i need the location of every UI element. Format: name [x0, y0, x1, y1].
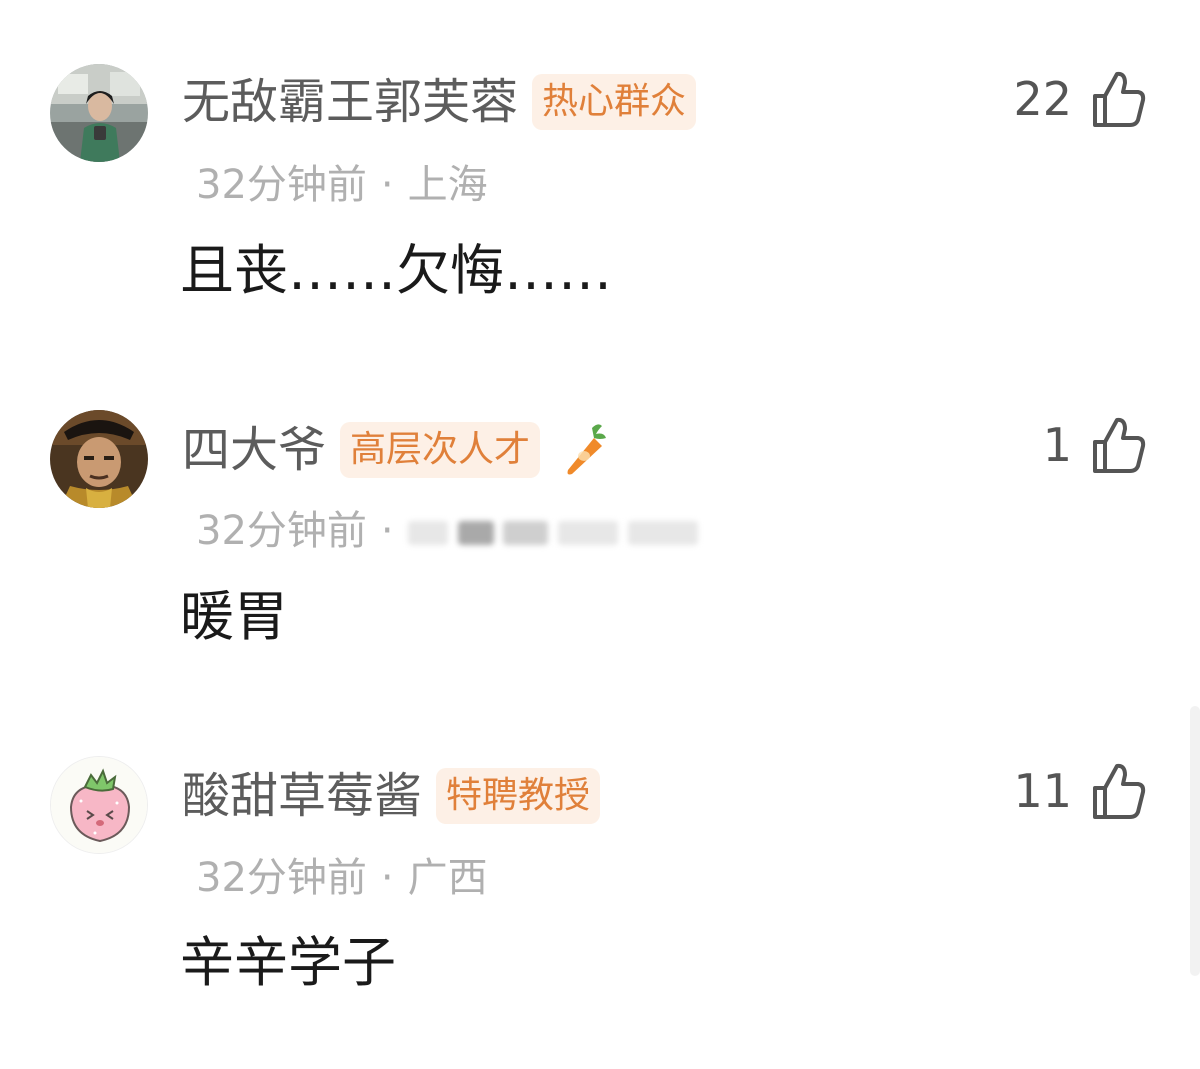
meta-separator: · — [380, 162, 394, 208]
meta-separator: · — [380, 508, 394, 554]
carrot-icon — [567, 424, 607, 475]
user-badge: 热心群众 — [532, 74, 697, 130]
thumbs-up-icon — [1093, 763, 1146, 819]
meta-separator: · — [380, 855, 394, 901]
thumbs-up-icon — [1093, 71, 1146, 127]
like-button[interactable]: 1 — [1043, 410, 1146, 480]
comment-time: 32分钟前 — [196, 162, 367, 208]
comment-text: 辛辛学子 — [180, 931, 396, 994]
comment-text: 暖胃 — [180, 585, 288, 648]
comment-location: 广西 — [407, 855, 488, 901]
like-button[interactable]: 11 — [1013, 756, 1146, 826]
user-badge: 高层次人才 — [340, 422, 541, 478]
blurred-location — [407, 511, 708, 551]
user-avatar[interactable] — [50, 64, 148, 162]
like-count: 11 — [1013, 764, 1072, 818]
username[interactable]: 四大爷 — [182, 420, 326, 480]
strawberry-avatar-icon — [51, 757, 147, 853]
comment-text: 且丧……欠悔…… — [180, 239, 612, 302]
user-avatar[interactable] — [50, 410, 148, 508]
like-count: 22 — [1013, 72, 1072, 126]
thumbs-up-icon — [1093, 417, 1146, 473]
avatar-photo-icon — [50, 410, 148, 508]
avatar-photo-icon — [50, 64, 148, 162]
username[interactable]: 酸甜草莓酱 — [182, 766, 422, 826]
comment-location: 上海 — [407, 162, 488, 208]
scrollbar[interactable] — [1190, 706, 1200, 976]
user-badge: 特聘教授 — [436, 768, 601, 824]
user-avatar[interactable] — [50, 756, 148, 854]
like-button[interactable]: 22 — [1013, 64, 1146, 134]
comment-time: 32分钟前 — [196, 508, 367, 554]
like-count: 1 — [1042, 418, 1072, 472]
username[interactable]: 无敌霸王郭芙蓉 — [182, 72, 518, 132]
comment-time: 32分钟前 — [196, 855, 367, 901]
